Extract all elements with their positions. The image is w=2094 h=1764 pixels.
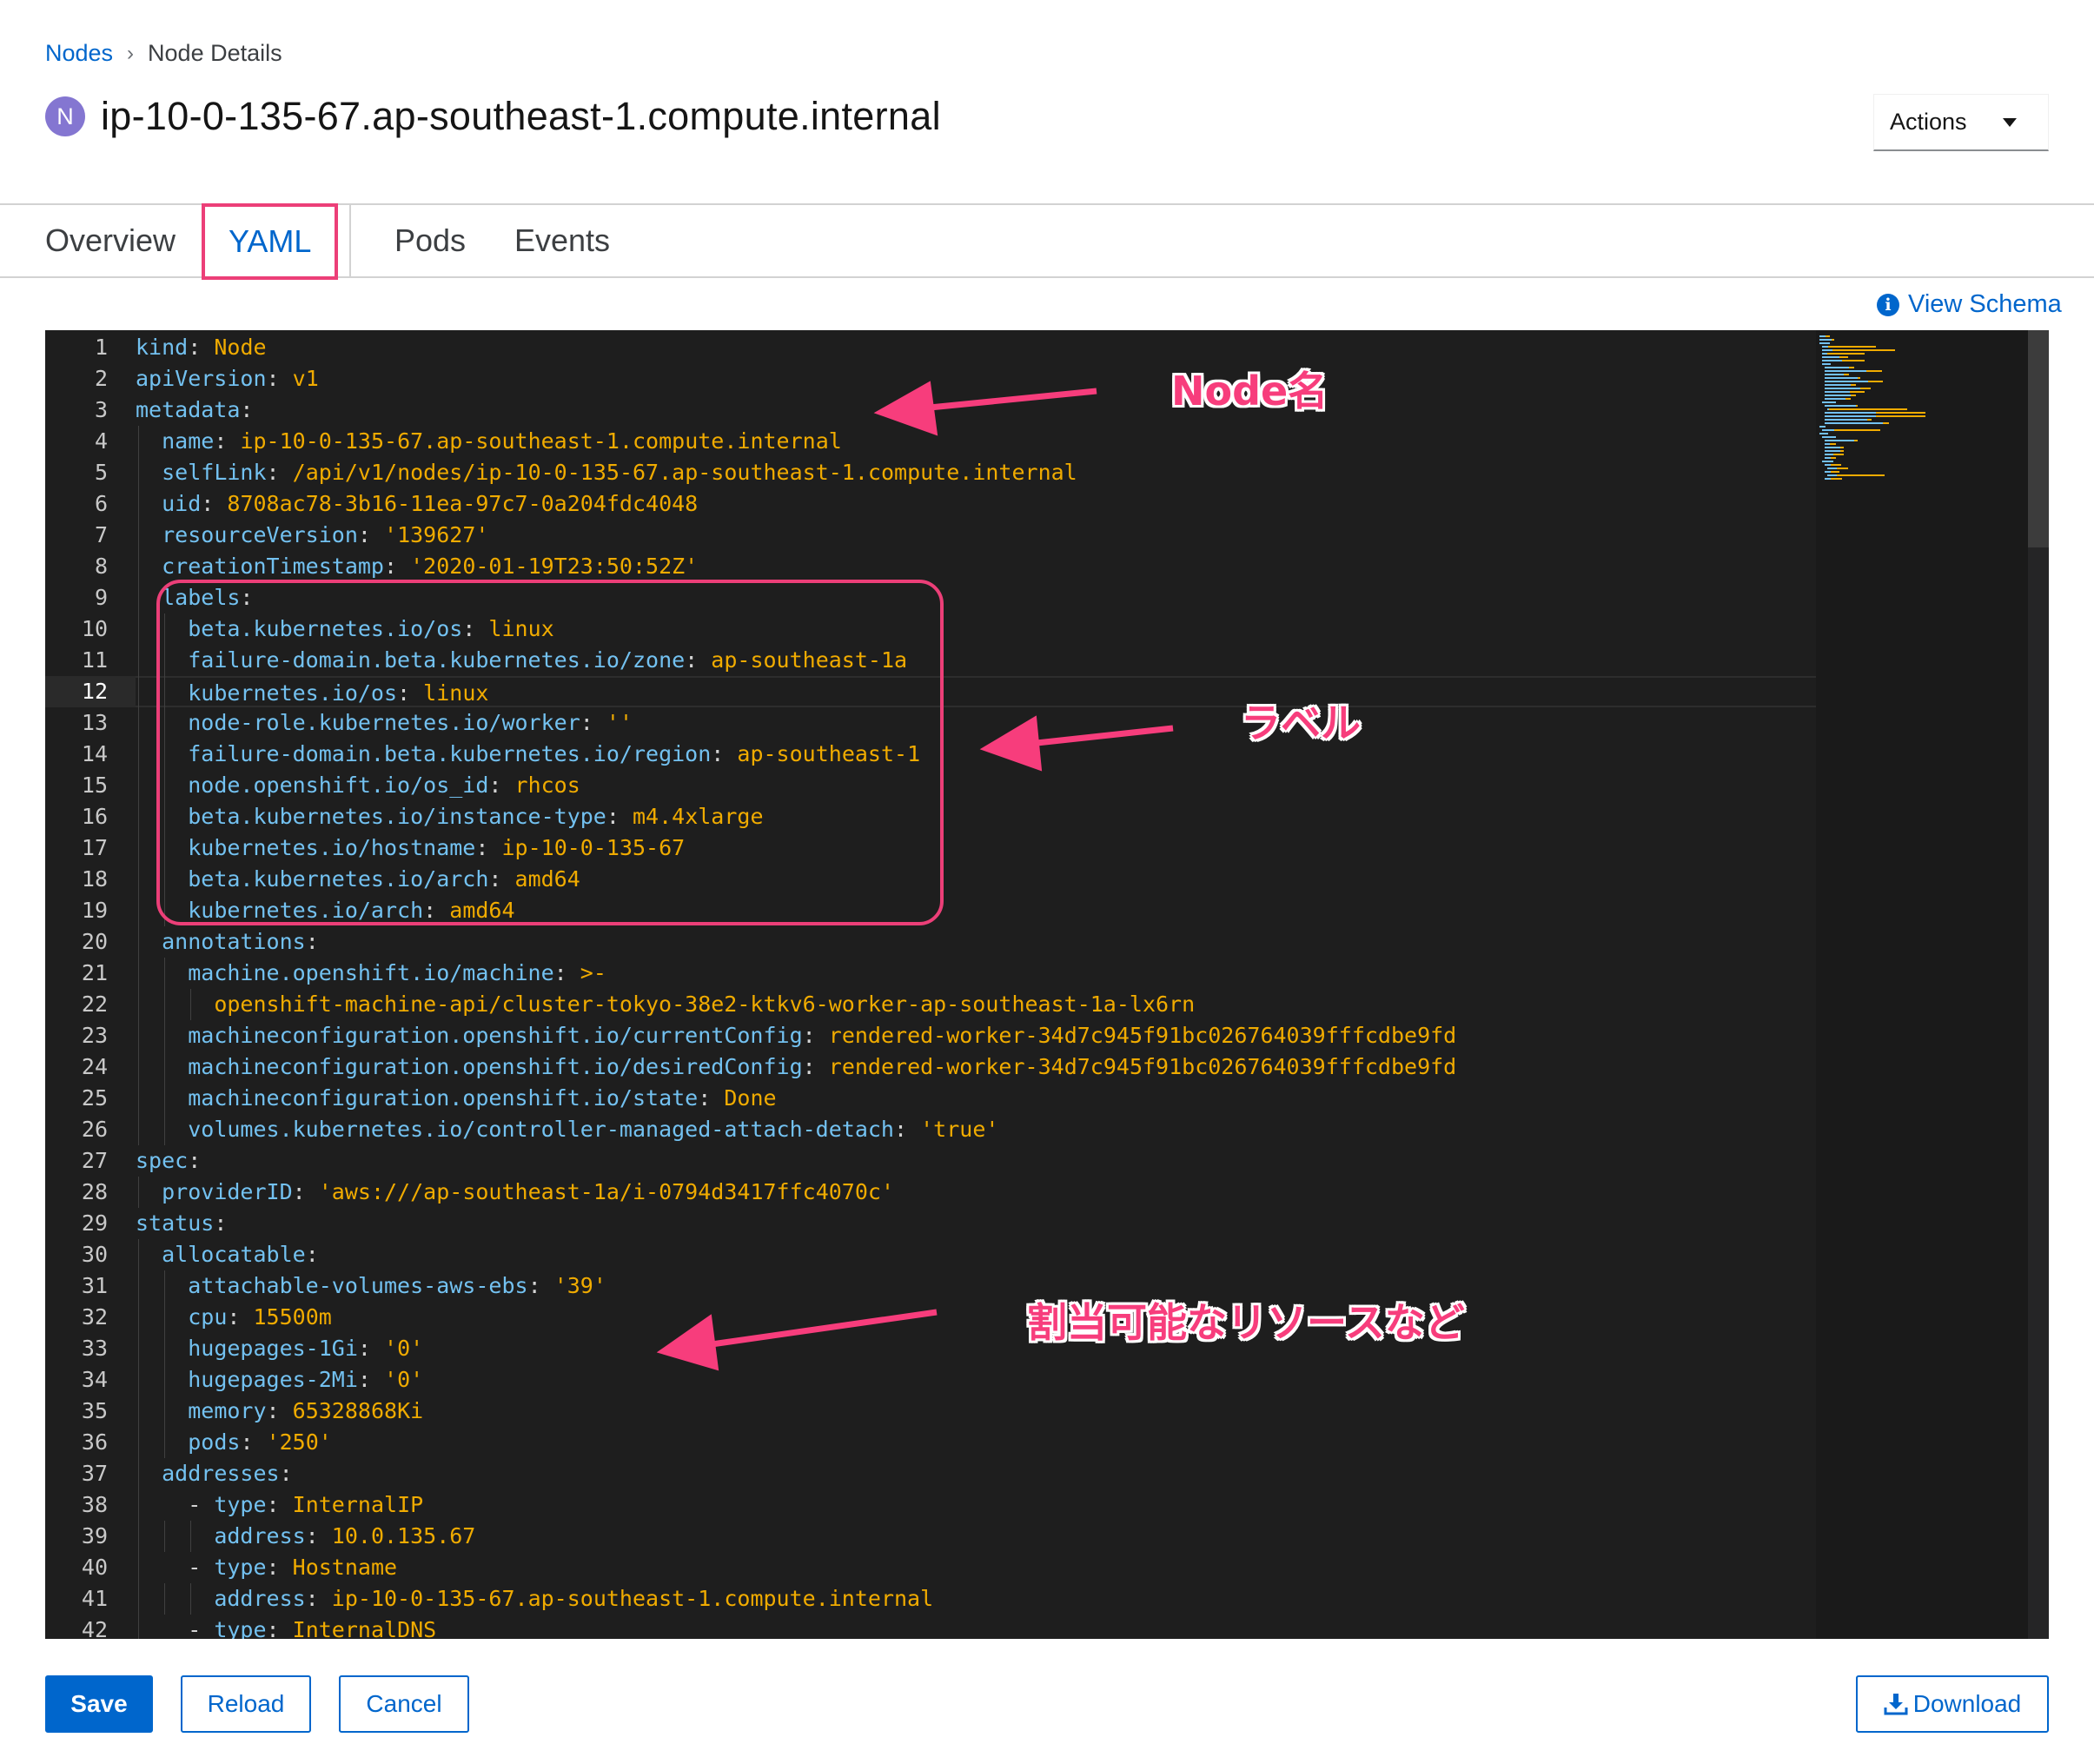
annotation-labels: ラベル	[1241, 700, 1361, 746]
arrow-labels	[1028, 725, 1174, 747]
arrow-head-allocatable	[656, 1314, 719, 1371]
annotation-node-name: Node名	[1171, 368, 1329, 414]
arrow-head-node-name	[873, 381, 938, 436]
reload-button[interactable]: Reload	[181, 1675, 311, 1733]
cancel-button[interactable]: Cancel	[339, 1675, 469, 1733]
arrow-head-labels	[979, 715, 1043, 772]
download-label: Download	[1912, 1690, 2022, 1717]
arrow-node-name	[920, 388, 1097, 412]
annotation-allocatable: 割当可能なリソースなど	[1027, 1299, 1465, 1346]
annotation-arrows	[656, 381, 1174, 1371]
download-icon	[1884, 1694, 1908, 1715]
arrow-allocatable	[705, 1309, 938, 1349]
download-button[interactable]: Download	[1856, 1675, 2049, 1733]
save-button[interactable]: Save	[45, 1675, 153, 1733]
